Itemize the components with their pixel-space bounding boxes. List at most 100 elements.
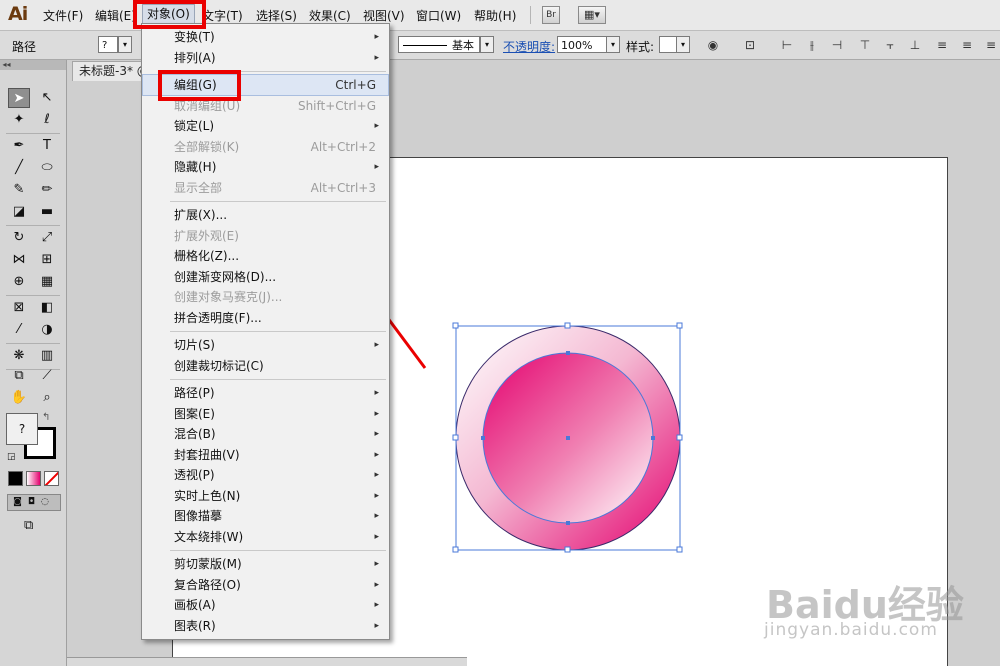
illustrator-window: Ai 文件(F) 编辑(E) 对象(O) 文字(T) 选择(S) 效果(C) 视… xyxy=(0,0,1000,666)
menu-item-label: 文本绕排(W) xyxy=(174,529,244,544)
menu-separator xyxy=(170,331,386,332)
menu-item[interactable]: 剪切蒙版(M) ▸ xyxy=(143,554,388,574)
annotation-box-object-menu xyxy=(133,0,206,29)
menu-item[interactable]: 混合(B) ▸ xyxy=(143,424,388,444)
menu-item[interactable]: 路径(P) ▸ xyxy=(143,383,388,403)
pencil-tool-icon[interactable]: ✏ xyxy=(36,180,58,200)
menu-item-label: 封套扭曲(V) xyxy=(174,447,240,462)
menu-item[interactable]: 切片(S) ▸ xyxy=(143,335,388,355)
free-transform-tool-icon[interactable]: ⊞ xyxy=(36,250,58,270)
menu-item[interactable]: 图案(E) ▸ xyxy=(143,404,388,424)
menu-item: 显示全部 Alt+Ctrl+3 xyxy=(143,178,388,198)
menu-separator xyxy=(170,201,386,202)
submenu-arrow-icon: ▸ xyxy=(374,600,379,610)
rotate-tool-icon[interactable]: ↻ xyxy=(8,228,30,248)
submenu-arrow-icon: ▸ xyxy=(374,162,379,172)
screen-mode-icon[interactable]: ⧉ xyxy=(24,518,33,533)
watermark: Baidu经验 jingyan.baidu.com xyxy=(760,570,1000,660)
gradient-tool-icon[interactable]: ◧ xyxy=(36,298,58,318)
menu-item[interactable]: 实时上色(N) ▸ xyxy=(143,486,388,506)
menu-item[interactable]: 锁定(L) ▸ xyxy=(143,116,388,136)
menu-item[interactable]: 排列(A) ▸ xyxy=(143,48,388,68)
type-tool-icon[interactable]: T xyxy=(36,136,58,156)
mesh-tool-icon[interactable]: ⊠ xyxy=(8,298,30,318)
ellipse-tool-icon[interactable]: ⬭ xyxy=(36,158,58,178)
menu-item-label: 画板(A) xyxy=(174,598,216,612)
gradient-mode-icon[interactable] xyxy=(26,471,41,486)
submenu-arrow-icon: ▸ xyxy=(374,531,379,542)
menu-item-label: 复合路径(O) xyxy=(174,577,241,592)
object-menu-dropdown: 变换(T) ▸ 排列(A) ▸ 编组(G) Ctrl+G 取消编组(U) Shift+Ctrl… xyxy=(141,23,390,640)
paintbrush-tool-icon[interactable]: ✎ xyxy=(8,180,30,200)
menu-item-label: 路径(P) xyxy=(174,386,215,400)
menu-item-label: 栅格化(Z)... xyxy=(174,249,240,263)
pen-tool-icon[interactable]: ✒ xyxy=(8,136,30,156)
menu-item-label: 创建裁切标记(C) xyxy=(174,358,264,373)
submenu-arrow-icon: ▸ xyxy=(374,32,379,42)
scale-tool-icon[interactable]: ⤢ xyxy=(36,228,58,248)
menu-item-shortcut: Ctrl+G xyxy=(335,78,376,92)
menu-item[interactable]: 透视(P) ▸ xyxy=(143,465,388,485)
toolbox-header[interactable]: ◂◂ xyxy=(0,60,66,70)
submenu-arrow-icon: ▸ xyxy=(374,620,379,631)
direct-selection-tool-icon[interactable]: ↖ xyxy=(36,88,58,108)
default-colors-icon[interactable]: ◲ xyxy=(7,452,16,462)
submenu-arrow-icon: ▸ xyxy=(374,449,379,460)
lasso-tool-icon[interactable]: ℓ xyxy=(36,110,58,130)
menu-item-label: 扩展外观(E) xyxy=(174,228,239,243)
menu-item: 创建对象马赛克(J)... xyxy=(143,287,388,307)
menu-item-label: 混合(B) xyxy=(174,427,216,441)
symbol-sprayer-tool-icon[interactable]: ❋ xyxy=(8,346,30,366)
none-mode-icon[interactable] xyxy=(44,471,59,486)
menu-item[interactable]: 创建渐变网格(D)... xyxy=(143,267,388,287)
blob-brush-tool-icon[interactable]: ◪ xyxy=(8,202,30,222)
annotation-box-group-item xyxy=(158,70,241,101)
artboard-tool-icon[interactable]: ⧉ xyxy=(8,366,30,386)
menu-item[interactable]: 创建裁切标记(C) xyxy=(143,356,388,376)
drawing-modes-icon[interactable]: ◙◘◌ xyxy=(7,494,61,511)
menu-item[interactable]: 图表(R) ▸ xyxy=(143,616,388,636)
menu-item-label: 图像描摹 xyxy=(174,509,223,523)
perspective-grid-tool-icon[interactable]: ▦ xyxy=(36,272,58,292)
menu-item-label: 实时上色(N) xyxy=(174,488,241,503)
submenu-arrow-icon: ▸ xyxy=(374,559,379,569)
zoom-tool-icon[interactable]: ⌕ xyxy=(36,388,58,408)
hand-tool-icon[interactable]: ✋ xyxy=(8,388,30,408)
fill-color-box[interactable]: ? xyxy=(6,413,38,445)
swap-colors-icon[interactable]: ↰ xyxy=(42,412,50,423)
magic-wand-tool-icon[interactable]: ✦ xyxy=(8,110,30,130)
blend-tool-icon[interactable]: ◑ xyxy=(36,320,58,340)
menu-item[interactable]: 拼合透明度(F)... xyxy=(143,308,388,328)
eraser-tool-icon[interactable]: ▬ xyxy=(36,202,58,222)
menu-item[interactable]: 变换(T) ▸ xyxy=(143,27,388,47)
submenu-arrow-icon: ▸ xyxy=(374,408,379,419)
menu-item[interactable]: 复合路径(O) ▸ xyxy=(143,575,388,595)
menu-item-label: 透视(P) xyxy=(174,468,215,482)
selection-tool-icon[interactable]: ➤ xyxy=(8,88,30,108)
menu-item[interactable]: 隐藏(H) ▸ xyxy=(143,157,388,177)
menu-item[interactable]: 文本绕排(W) ▸ xyxy=(143,527,388,547)
color-mode-icon[interactable] xyxy=(8,471,23,486)
menu-item: 扩展外观(E) xyxy=(143,226,388,246)
menu-item-label: 全部解锁(K) xyxy=(174,139,240,154)
menu-item-shortcut: Alt+Ctrl+3 xyxy=(310,180,376,195)
shape-builder-tool-icon[interactable]: ⊕ xyxy=(8,272,30,292)
slice-tool-icon[interactable]: ⟋ xyxy=(36,366,58,386)
watermark-url: jingyan.baidu.com xyxy=(764,620,938,640)
eyedropper-tool-icon[interactable]: ⁄ xyxy=(8,320,30,340)
menu-item-label: 剪切蒙版(M) xyxy=(174,557,242,571)
menu-item-label: 拼合透明度(F)... xyxy=(174,310,262,325)
menu-item-label: 图案(E) xyxy=(174,406,215,421)
width-tool-icon[interactable]: ⋈ xyxy=(8,250,30,270)
menu-item[interactable]: 画板(A) ▸ xyxy=(143,595,388,615)
menu-item[interactable]: 图像描摹 ▸ xyxy=(143,506,388,526)
menu-item-label: 排列(A) xyxy=(174,50,216,65)
menu-item[interactable]: 扩展(X)... xyxy=(143,205,388,225)
line-tool-icon[interactable]: ╱ xyxy=(8,158,30,178)
column-graph-tool-icon[interactable]: ▥ xyxy=(36,346,58,366)
menu-item-label: 切片(S) xyxy=(174,338,215,352)
menu-item[interactable]: 栅格化(Z)... xyxy=(143,246,388,266)
submenu-arrow-icon: ▸ xyxy=(374,490,379,501)
menu-item-label: 创建渐变网格(D)... xyxy=(174,269,277,284)
menu-item[interactable]: 封套扭曲(V) ▸ xyxy=(143,445,388,465)
